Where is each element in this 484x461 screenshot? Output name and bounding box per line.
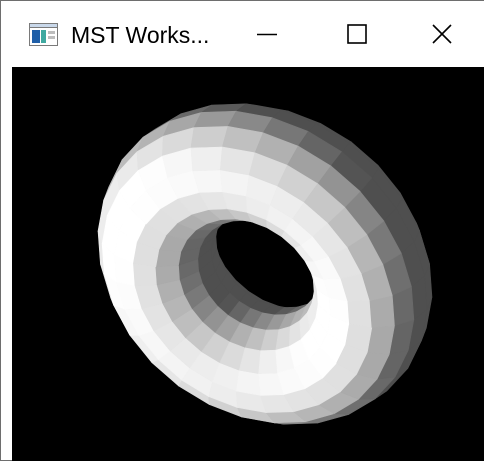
close-button[interactable] xyxy=(399,1,484,67)
app-window: MST Works... xyxy=(0,0,484,461)
render-viewport[interactable] xyxy=(12,67,484,461)
torus-facet xyxy=(369,295,395,328)
app-window-icon xyxy=(29,23,58,46)
maximize-button[interactable] xyxy=(312,1,402,67)
torus-facet xyxy=(155,249,182,268)
torus-facet xyxy=(190,146,223,172)
minimize-button[interactable] xyxy=(222,1,312,67)
torus-render xyxy=(97,103,433,425)
torus-facet xyxy=(258,349,278,374)
torus-facet xyxy=(236,369,261,396)
title-bar[interactable]: MST Works... xyxy=(1,1,484,67)
torus-facet xyxy=(190,126,229,149)
maximize-icon xyxy=(347,24,367,44)
minimize-icon xyxy=(257,33,277,36)
torus-facet xyxy=(347,300,373,328)
close-icon xyxy=(432,24,452,44)
window-title: MST Works... xyxy=(71,22,210,48)
